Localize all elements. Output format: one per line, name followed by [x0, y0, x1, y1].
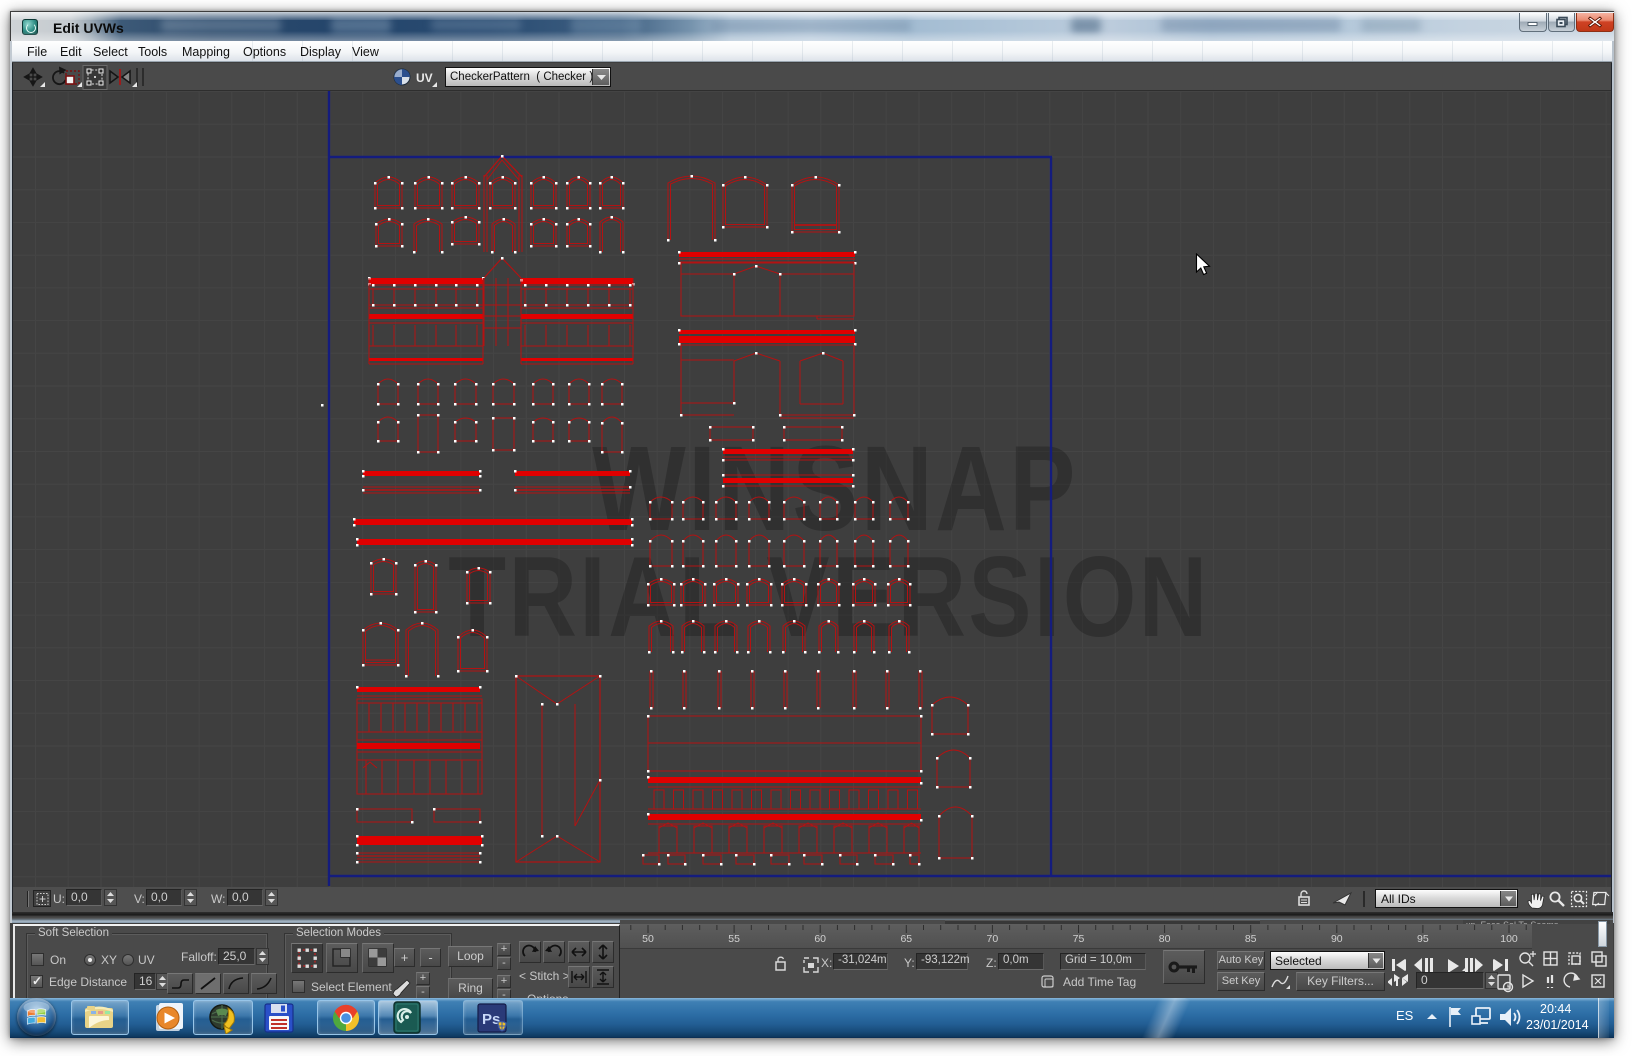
svg-text:Ps: Ps [482, 1011, 500, 1028]
svg-text:UV: UV [416, 71, 433, 85]
svg-text:90: 90 [1331, 933, 1343, 945]
svg-text:100: 100 [1500, 933, 1518, 945]
svg-text:60: 60 [814, 933, 826, 945]
svg-text:70: 70 [987, 933, 999, 945]
svg-text:80: 80 [1159, 933, 1171, 945]
svg-text:50: 50 [642, 933, 654, 945]
svg-text:75: 75 [1073, 933, 1085, 945]
svg-text:55: 55 [728, 933, 740, 945]
svg-text:95: 95 [1417, 933, 1429, 945]
svg-text:65: 65 [900, 933, 912, 945]
svg-text:85: 85 [1245, 933, 1257, 945]
